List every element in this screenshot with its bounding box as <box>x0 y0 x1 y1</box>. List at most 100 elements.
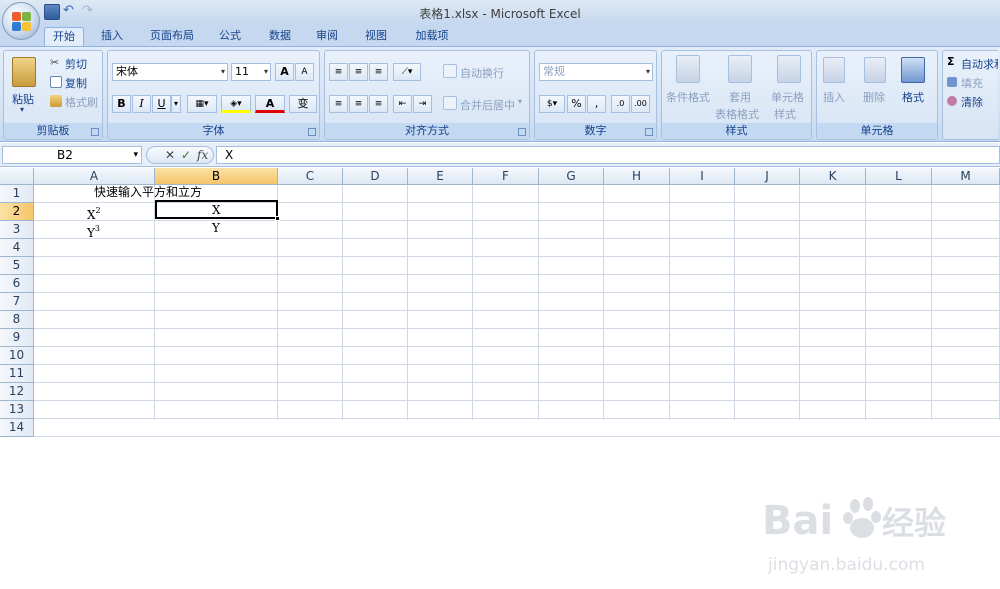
column-header-G[interactable]: G <box>539 168 604 185</box>
sigma-icon[interactable]: Σ <box>947 55 955 68</box>
font-size-combo[interactable]: 11 ▾ <box>231 63 271 81</box>
format-cells-button[interactable]: 格式 <box>902 89 924 105</box>
font-color-button[interactable]: A <box>255 95 285 113</box>
underline-button[interactable]: U <box>152 95 171 113</box>
decrease-indent-icon[interactable]: ⇤ <box>393 95 412 113</box>
column-header-J[interactable]: J <box>735 168 800 185</box>
insert-function-button[interactable]: fx <box>197 147 208 163</box>
cell-B3[interactable]: Y <box>212 221 220 236</box>
borders-icon[interactable]: ▦▾ <box>187 95 217 113</box>
align-right-icon[interactable]: ≡ <box>369 95 388 113</box>
number-format-combo[interactable]: 常规 ▾ <box>539 63 653 81</box>
underline-dropdown-icon[interactable]: ▾ <box>171 95 181 113</box>
column-header-L[interactable]: L <box>866 168 932 185</box>
cancel-icon[interactable]: ✕ <box>165 147 175 163</box>
tab-view[interactable]: 视图 <box>358 27 394 46</box>
format-cells-icon[interactable] <box>901 57 925 83</box>
number-launcher-icon[interactable] <box>645 128 653 136</box>
align-left-icon[interactable]: ≡ <box>329 95 348 113</box>
formula-input[interactable]: X <box>216 146 1000 164</box>
insert-cells-button[interactable]: 插入 <box>823 89 845 105</box>
row-header-12[interactable]: 12 <box>0 383 34 401</box>
row-header-9[interactable]: 9 <box>0 329 34 347</box>
merge-center-icon[interactable] <box>443 96 457 110</box>
cell-A1[interactable]: 快速输入平方和立方 <box>94 185 202 200</box>
column-header-F[interactable]: F <box>473 168 539 185</box>
currency-icon[interactable]: $▾ <box>539 95 565 113</box>
fill-color-icon[interactable]: ◈▾ <box>221 95 251 113</box>
tab-home[interactable]: 开始 <box>44 27 84 46</box>
column-header-K[interactable]: K <box>800 168 866 185</box>
row-header-14[interactable]: 14 <box>0 419 34 437</box>
align-middle-icon[interactable]: ≡ <box>349 63 368 81</box>
row-header-3[interactable]: 3 <box>0 221 34 239</box>
tab-data[interactable]: 数据 <box>262 27 298 46</box>
orientation-icon[interactable]: ⟋▾ <box>393 63 421 81</box>
align-center-icon[interactable]: ≡ <box>349 95 368 113</box>
align-top-icon[interactable]: ≡ <box>329 63 348 81</box>
cut-icon[interactable]: ✂ <box>50 57 62 69</box>
tab-review[interactable]: 审阅 <box>309 27 345 46</box>
row-header-11[interactable]: 11 <box>0 365 34 383</box>
clear-icon[interactable] <box>947 96 957 106</box>
row-header-4[interactable]: 4 <box>0 239 34 257</box>
italic-button[interactable]: I <box>132 95 151 113</box>
column-header-H[interactable]: H <box>604 168 670 185</box>
office-button[interactable] <box>2 2 40 40</box>
cut-button[interactable]: 剪切 <box>65 56 87 72</box>
font-launcher-icon[interactable] <box>308 128 316 136</box>
enter-icon[interactable]: ✓ <box>181 147 191 163</box>
row-header-8[interactable]: 8 <box>0 311 34 329</box>
row-header-13[interactable]: 13 <box>0 401 34 419</box>
cell-styles-line1[interactable]: 单元格 <box>771 89 804 105</box>
row-header-6[interactable]: 6 <box>0 275 34 293</box>
grow-font-button[interactable]: A <box>275 63 294 81</box>
paste-icon[interactable] <box>12 57 36 87</box>
column-header-C[interactable]: C <box>278 168 343 185</box>
comma-button[interactable]: , <box>587 95 606 113</box>
format-painter-icon[interactable] <box>50 95 62 107</box>
format-as-table-line2[interactable]: 表格格式 <box>715 106 759 122</box>
delete-cells-icon[interactable] <box>864 57 886 83</box>
shrink-font-button[interactable]: A <box>295 63 314 81</box>
increase-decimal-icon[interactable]: .0 <box>611 95 630 113</box>
column-header-B[interactable]: B <box>155 168 278 185</box>
column-header-D[interactable]: D <box>343 168 408 185</box>
increase-indent-icon[interactable]: ⇥ <box>413 95 432 113</box>
clear-button[interactable]: 清除 <box>961 94 983 110</box>
column-header-M[interactable]: M <box>932 168 1000 185</box>
row-header-2[interactable]: 2 <box>0 203 34 221</box>
fill-handle[interactable] <box>275 216 280 221</box>
column-header-E[interactable]: E <box>408 168 473 185</box>
row-header-10[interactable]: 10 <box>0 347 34 365</box>
delete-cells-button[interactable]: 删除 <box>863 89 885 105</box>
wrap-text-button[interactable]: 自动换行 <box>460 65 504 81</box>
copy-icon[interactable] <box>50 76 62 88</box>
tab-insert[interactable]: 插入 <box>94 27 130 46</box>
clipboard-launcher-icon[interactable] <box>91 128 99 136</box>
align-bottom-icon[interactable]: ≡ <box>369 63 388 81</box>
insert-cells-icon[interactable] <box>823 57 845 83</box>
format-as-table-icon[interactable] <box>728 55 752 83</box>
copy-button[interactable]: 复制 <box>65 75 87 91</box>
phonetic-guide-button[interactable]: 变 <box>289 95 317 113</box>
decrease-decimal-icon[interactable]: .00 <box>631 95 650 113</box>
format-painter-button[interactable]: 格式刷 <box>65 94 98 110</box>
bold-button[interactable]: B <box>112 95 131 113</box>
fill-button[interactable]: 填充 <box>961 75 983 91</box>
column-header-I[interactable]: I <box>670 168 735 185</box>
format-as-table-line1[interactable]: 套用 <box>729 89 751 105</box>
merge-dropdown-icon[interactable]: ▾ <box>518 97 522 106</box>
merge-center-button[interactable]: 合并后居中 <box>460 97 515 113</box>
worksheet-grid[interactable]: A B C D E F G H I J K L M 1 2 3 4 5 6 7 8 9 10 11 12 13 14 快速输入平方和立… <box>0 168 1000 575</box>
cell-A2[interactable]: X2 <box>87 203 101 223</box>
cell-A3[interactable]: Y3 <box>87 221 100 241</box>
conditional-formatting-button[interactable]: 条件格式 <box>666 89 710 105</box>
conditional-formatting-icon[interactable] <box>676 55 700 83</box>
select-all-corner[interactable] <box>0 168 34 185</box>
tab-addins[interactable]: 加载项 <box>408 27 456 46</box>
row-header-7[interactable]: 7 <box>0 293 34 311</box>
font-name-combo[interactable]: 宋体 ▾ <box>112 63 228 81</box>
column-header-A[interactable]: A <box>34 168 155 185</box>
row-header-1[interactable]: 1 <box>0 185 34 203</box>
